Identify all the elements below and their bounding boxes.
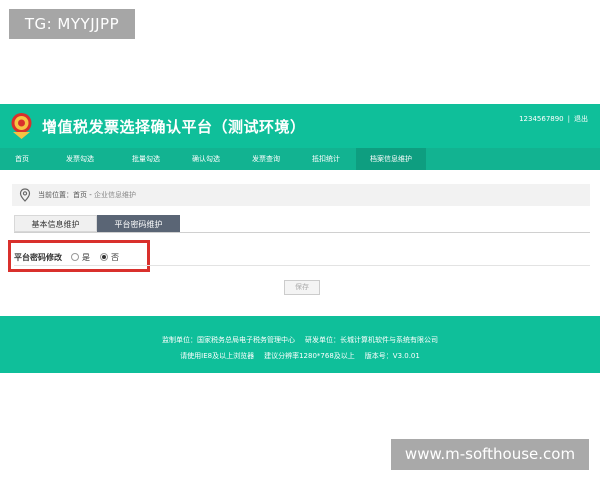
breadcrumb-text: 当前位置：首页 - 企业信息维护 (38, 190, 136, 200)
footer-resolution: 建议分辨率1280*768及以上 (264, 352, 355, 360)
nav-item-6[interactable]: 档案信息维护 (356, 148, 426, 170)
footer: 监制单位：国家税务总局电子税务管理中心 研发单位：长城计算机软件与系统有限公司 请… (0, 316, 600, 373)
footer-browser: 请使用IE8及以上浏览器 (180, 352, 255, 360)
breadcrumb-current: 企业信息维护 (93, 191, 136, 199)
watermark-top: TG: MYYJJPP (9, 9, 135, 39)
main-nav: 首页 发票勾选 批量勾选 确认勾选 发票查询 抵扣统计 档案信息维护 (0, 148, 600, 170)
form-divider (14, 265, 590, 266)
user-area: 1234567890 | 退出 (519, 114, 588, 124)
nav-item-1[interactable]: 发票勾选 (44, 148, 116, 170)
tab-basic-info[interactable]: 基本信息维护 (14, 215, 97, 232)
breadcrumb: 当前位置：首页 - 企业信息维护 (12, 184, 590, 206)
subtab-divider (14, 232, 590, 233)
user-separator: | (567, 115, 570, 123)
tab-platform-password[interactable]: 平台密码维护 (97, 215, 180, 232)
nav-item-2[interactable]: 批量勾选 (116, 148, 176, 170)
subtabs: 基本信息维护 平台密码维护 (14, 215, 180, 233)
highlight-annotation-box (8, 240, 150, 272)
breadcrumb-prefix: 当前位置： (38, 191, 73, 199)
user-id: 1234567890 (519, 115, 564, 123)
watermark-bottom: www.m-softhouse.com (391, 439, 589, 470)
location-pin-icon (19, 188, 31, 202)
save-button[interactable]: 保存 (284, 280, 320, 295)
app-title: 增值税发票选择确认平台（测试环境） (42, 118, 306, 136)
nav-item-0[interactable]: 首页 (0, 148, 44, 170)
footer-supervisor-label: 监制单位： (162, 336, 197, 344)
footer-version: 版本号：V3.0.01 (364, 352, 420, 360)
breadcrumb-home-link[interactable]: 首页 (73, 191, 87, 199)
footer-requirements: 请使用IE8及以上浏览器 建议分辨率1280*768及以上 版本号：V3.0.01 (0, 351, 600, 361)
breadcrumb-divider: - (87, 191, 94, 199)
nav-item-4[interactable]: 发票查询 (236, 148, 296, 170)
exit-link[interactable]: 退出 (574, 115, 588, 123)
app-header: 增值税发票选择确认平台（测试环境） 1234567890 | 退出 (0, 104, 600, 148)
footer-developer-label: 研发单位： (305, 336, 340, 344)
footer-supervisor: 国家税务总局电子税务管理中心 (197, 336, 295, 344)
nav-item-5[interactable]: 抵扣统计 (296, 148, 356, 170)
tax-emblem-icon (11, 113, 32, 139)
footer-developer: 长城计算机软件与系统有限公司 (340, 336, 438, 344)
nav-item-3[interactable]: 确认勾选 (176, 148, 236, 170)
footer-credits: 监制单位：国家税务总局电子税务管理中心 研发单位：长城计算机软件与系统有限公司 (0, 335, 600, 345)
